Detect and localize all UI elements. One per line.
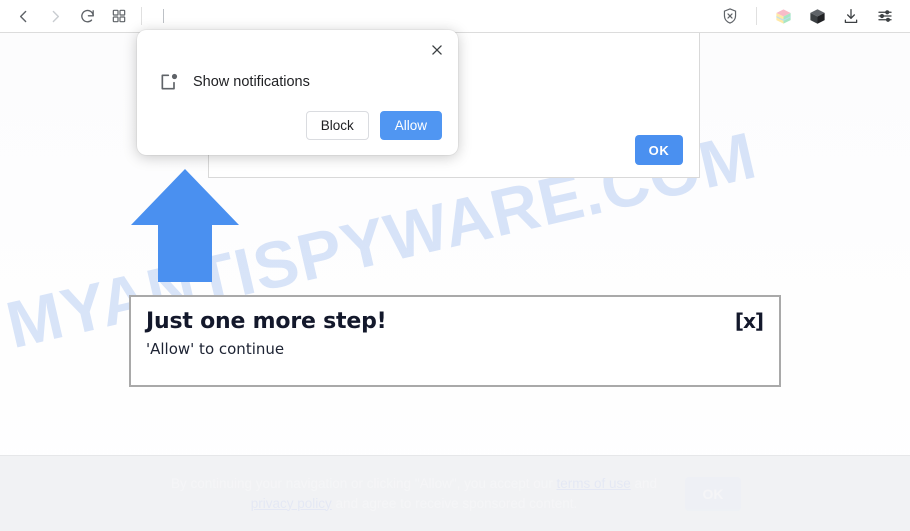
permission-message: Show notifications <box>193 74 310 90</box>
promo-close-button[interactable]: [x] <box>735 309 764 333</box>
navigation-buttons <box>0 1 134 31</box>
reload-icon[interactable] <box>72 1 102 31</box>
permission-message-row: Show notifications <box>159 72 310 92</box>
notification-permission-dialog: Show notifications Block Allow <box>137 30 458 155</box>
consent-text: By continuing your navigation or clickin… <box>169 474 659 513</box>
shield-x-icon[interactable] <box>715 1 745 31</box>
consent-text-part3: and agree to receive sponsored content. <box>331 495 578 511</box>
apps-grid-icon[interactable] <box>104 1 134 31</box>
toolbar-divider <box>141 7 142 25</box>
permission-actions: Block Allow <box>305 111 442 140</box>
promo-title: Just one more step! <box>146 309 387 334</box>
block-button[interactable]: Block <box>305 111 369 140</box>
toolbar-divider-2 <box>756 7 757 25</box>
sliders-icon[interactable] <box>870 1 900 31</box>
privacy-policy-link[interactable]: privacy policy <box>251 496 332 511</box>
consent-banner: By continuing your navigation or clickin… <box>0 455 910 531</box>
close-icon[interactable] <box>424 37 450 63</box>
forward-icon[interactable] <box>40 1 70 31</box>
colored-cube-icon[interactable] <box>768 1 798 31</box>
address-bar[interactable] <box>153 3 709 29</box>
promo-subtitle: 'Allow' to continue <box>146 340 285 359</box>
blue-up-arrow-icon <box>129 167 241 284</box>
consent-ok-button[interactable]: OK <box>685 476 741 511</box>
browser-toolbar <box>0 0 910 33</box>
notification-badge-icon <box>159 72 179 92</box>
promo-box: [x] Just one more step! 'Allow' to conti… <box>129 295 781 387</box>
site-ok-button[interactable]: OK <box>635 135 683 165</box>
consent-text-part1: By continuing your navigation or clickin… <box>170 475 557 491</box>
toolbar-extensions <box>715 1 910 31</box>
allow-button[interactable]: Allow <box>379 111 442 140</box>
back-icon[interactable] <box>8 1 38 31</box>
consent-text-part2: and <box>630 475 658 491</box>
dark-cube-icon[interactable] <box>802 1 832 31</box>
download-icon[interactable] <box>836 1 866 31</box>
terms-of-use-link[interactable]: terms of use <box>556 476 630 491</box>
address-bar-caret <box>163 9 164 23</box>
consent-banner-inner: By continuing your navigation or clickin… <box>169 474 741 513</box>
